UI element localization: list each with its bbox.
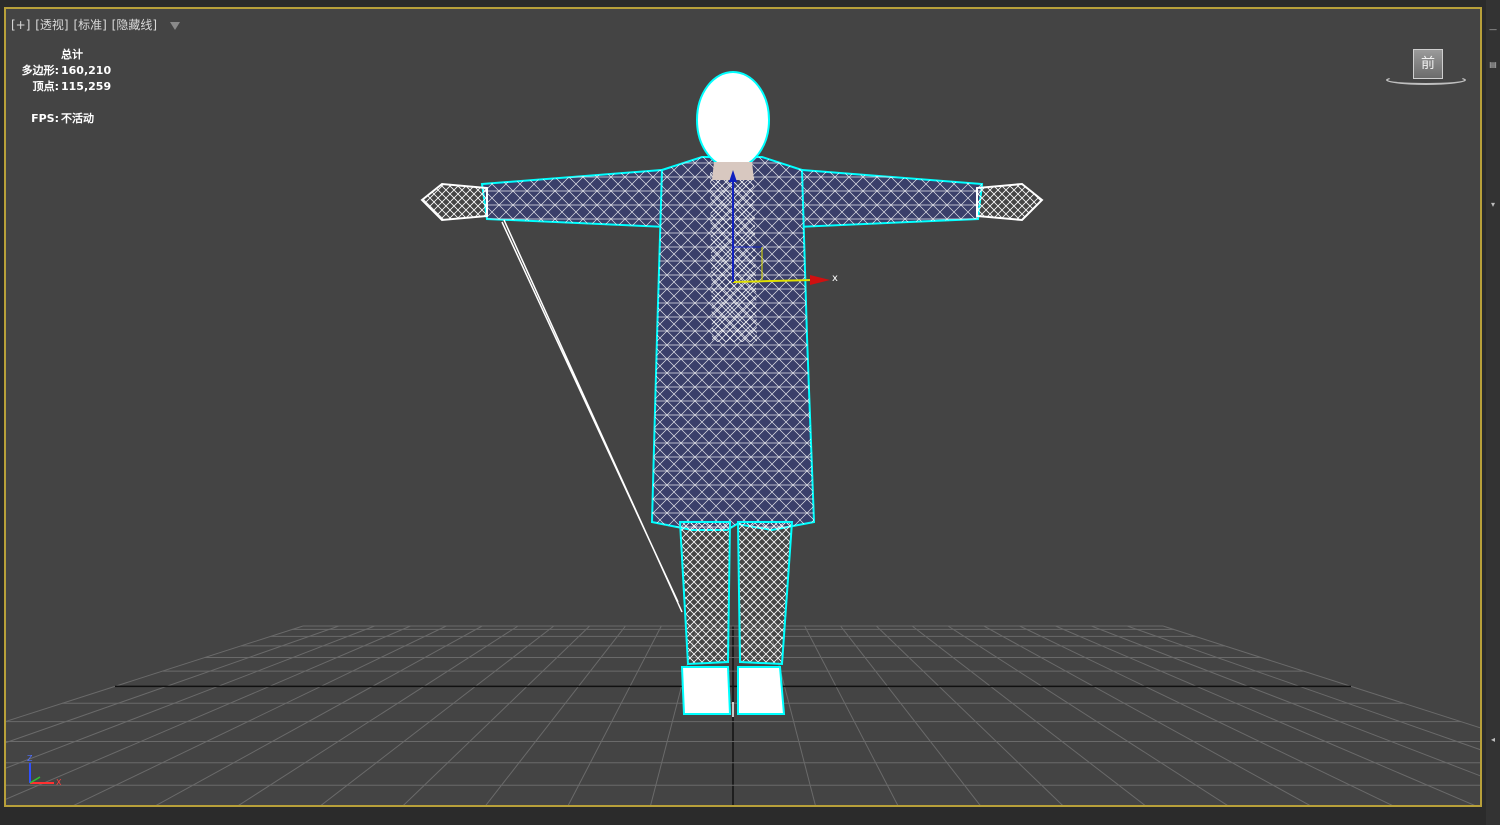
grid-line	[1127, 625, 1480, 751]
grid-line	[403, 625, 591, 805]
panel-arrow-icon[interactable]: ▾	[1488, 200, 1498, 209]
fps-value: 不活动	[61, 112, 94, 125]
grid-line	[1055, 625, 1475, 805]
character-wireframe-mesh[interactable]	[420, 71, 1044, 717]
grid-line	[485, 625, 626, 805]
viewcube-compass-ring[interactable]	[1386, 75, 1466, 85]
viewport-display-mode-menu[interactable]: [隐藏线]	[112, 18, 157, 32]
grid-line	[1162, 625, 1480, 729]
gizmo-x-label: x	[832, 273, 838, 284]
grid-line	[947, 625, 1228, 805]
axis-tripod-icon: Z X	[27, 754, 62, 787]
grid-line	[911, 625, 1146, 805]
grid-line	[1091, 625, 1480, 777]
polygons-value: 160,210	[61, 64, 112, 77]
command-panel-strip[interactable]: — ▤ ▾ ◂	[1486, 0, 1500, 825]
panel-tab-icon[interactable]: ▤	[1488, 60, 1498, 69]
viewport-plus-menu[interactable]: [+]	[11, 18, 30, 32]
polygons-label: 多边形:	[21, 64, 59, 77]
viewport-pov-menu[interactable]: [透视]	[35, 18, 68, 32]
grid-line	[875, 625, 1063, 805]
viewcube[interactable]: 前	[1386, 47, 1466, 87]
grid-line	[238, 625, 519, 805]
axis-x-label: X	[56, 778, 62, 787]
perspective-viewport[interactable]: x [+] [透视] [标准] [隐藏线] 总计 多边形: 160,210 顶点:…	[4, 7, 1482, 807]
panel-collapse-icon[interactable]: —	[1488, 25, 1498, 34]
stats-header: 总计	[61, 48, 83, 61]
scene-canvas[interactable]: x	[6, 9, 1482, 807]
panel-scroll-icon[interactable]: ◂	[1488, 735, 1498, 744]
filter-funnel-icon[interactable]	[169, 21, 180, 30]
viewport-label-menu[interactable]: [+] [透视] [标准] [隐藏线]	[11, 16, 181, 33]
bottom-status-strip	[0, 810, 1486, 825]
grid-line	[1019, 625, 1393, 805]
axis-z-label: Z	[27, 754, 33, 763]
viewport-shading-preset-menu[interactable]: [标准]	[73, 18, 106, 32]
vertices-value: 115,259	[61, 80, 112, 93]
grid-line	[840, 625, 981, 805]
fps-label: FPS:	[31, 112, 59, 125]
scene-statistics: 总计 多边形: 160,210 顶点: 115,259 FPS: 不活动	[18, 47, 112, 127]
grid-line	[567, 625, 662, 805]
grid-line	[73, 625, 447, 805]
vertices-label: 顶点:	[32, 80, 59, 93]
grid-line	[320, 625, 555, 805]
grid-line	[804, 625, 899, 805]
